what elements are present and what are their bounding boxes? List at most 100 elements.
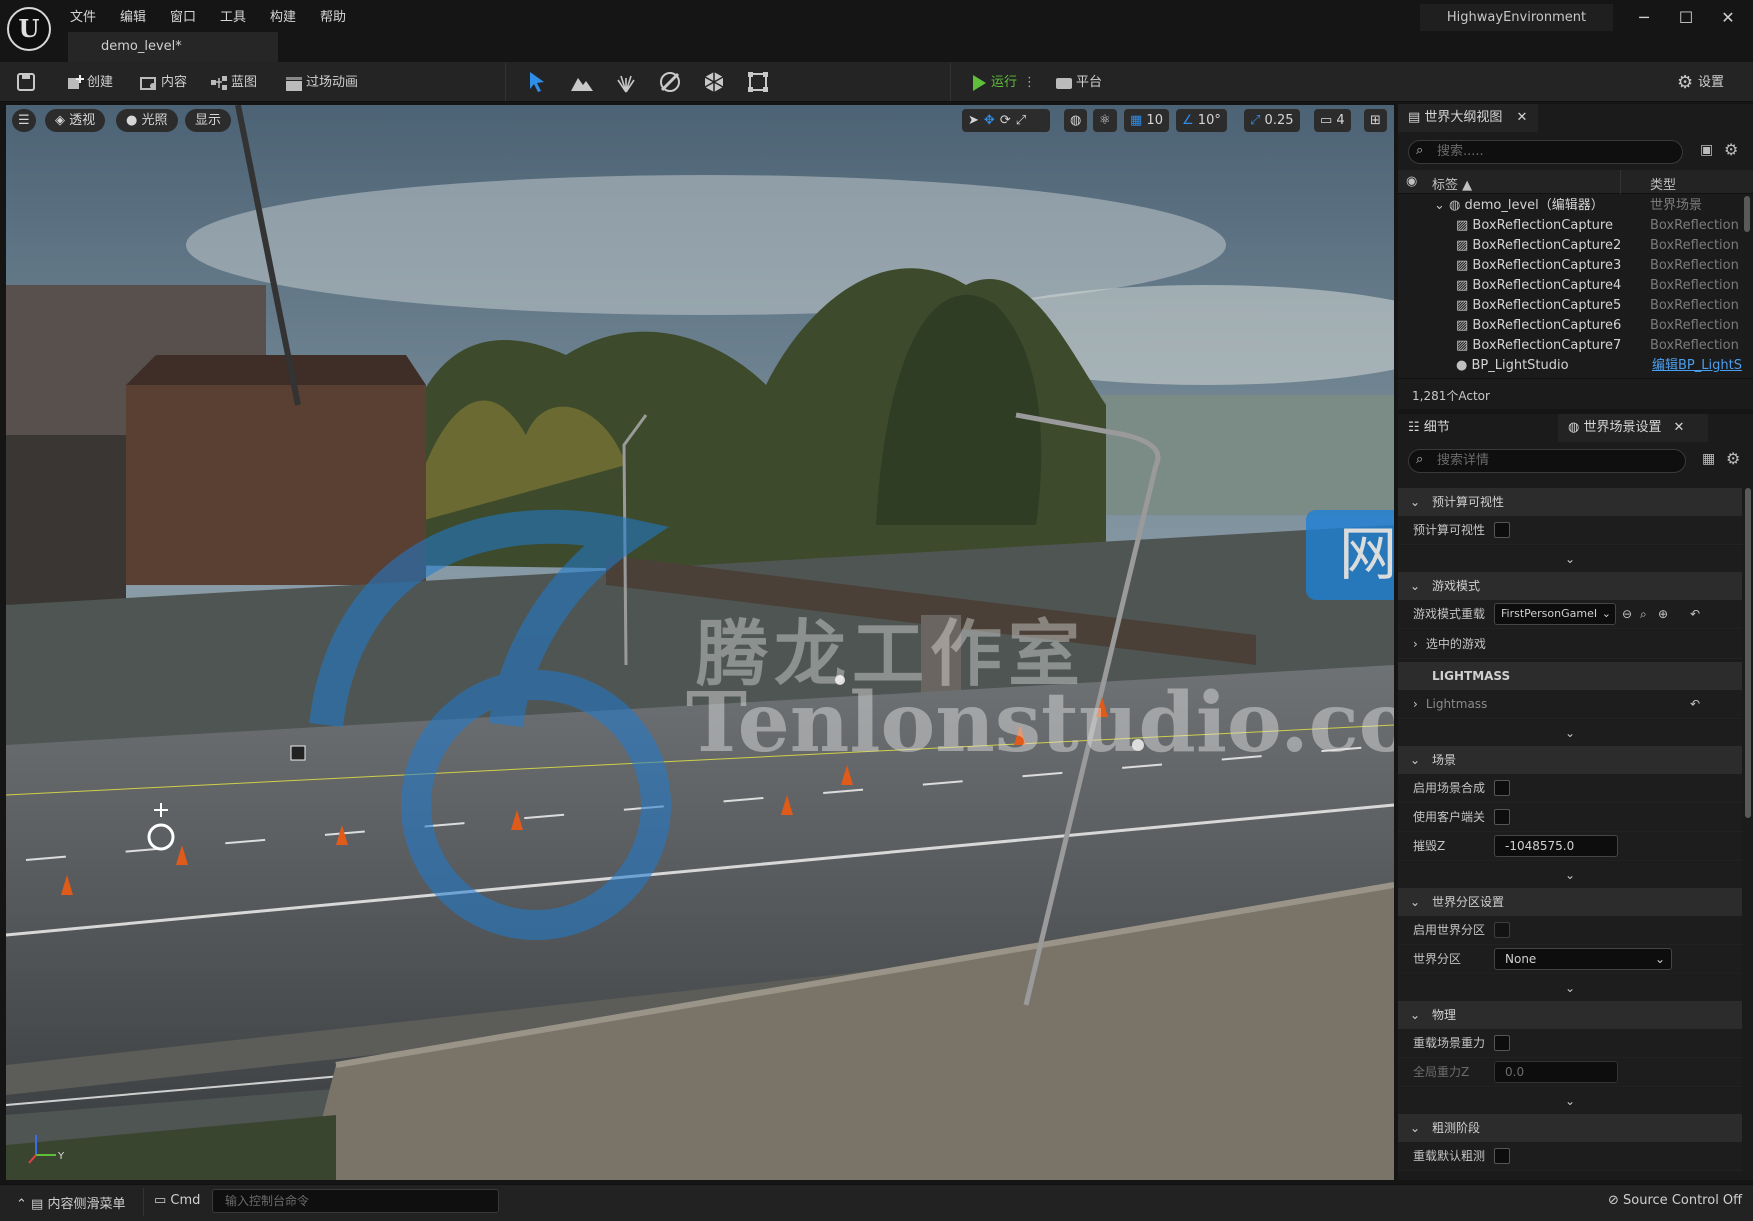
section-world-partition[interactable]: ⌄ 世界分区设置 [1398,888,1742,916]
visibility-eye-icon[interactable]: ◉ [1406,174,1417,189]
save-icon[interactable] [16,73,36,91]
viewport-menu-button[interactable]: ☰ [12,109,36,132]
rotate-icon[interactable]: ⟳ [1000,113,1016,128]
outliner-search-input[interactable]: 搜索..... [1408,140,1683,164]
play-button[interactable]: 运行 ⋮ [970,72,1036,94]
outliner-tab[interactable]: ▤ 世界大纲视图 ✕ [1398,104,1538,132]
outliner-scrollbar[interactable] [1744,196,1750,232]
world-partition-dropdown[interactable]: None ⌄ [1494,948,1672,970]
translate-icon[interactable]: ✥ [984,113,1000,128]
unreal-logo-icon[interactable]: U [7,7,51,51]
client-nav-checkbox[interactable] [1494,809,1510,825]
global-gravity-input[interactable]: 0.0 [1494,1061,1618,1083]
browse-back-icon[interactable]: ⊖ [1622,600,1632,629]
add-icon[interactable]: ⊕ [1658,600,1668,629]
advanced-expand-button[interactable]: ⌄ [1398,546,1742,572]
gamemode-dropdown[interactable]: FirstPersonGameI ⌄ [1494,603,1616,625]
section-precomputed-visibility[interactable]: ⌄ 预计算可视性 [1398,488,1742,516]
section-game-mode[interactable]: ⌄ 游戏模式 [1398,572,1742,600]
content-drawer-button[interactable]: ⌃ ▤ 内容侧滑菜单 [16,1193,125,1212]
advanced-expand-button[interactable]: ⌄ [1398,720,1742,746]
details-scrollbar[interactable] [1745,488,1751,818]
type-column-header[interactable]: 类型 [1650,174,1676,193]
cmd-button[interactable]: ▭ Cmd [154,1193,200,1208]
advanced-expand-button[interactable]: ⌄ [1398,862,1742,888]
world-settings-close-icon[interactable]: ✕ [1674,420,1685,435]
override-gravity-checkbox[interactable] [1494,1035,1510,1051]
select-mode-icon[interactable] [525,70,549,94]
advanced-expand-button[interactable]: ⌄ [1398,1088,1742,1114]
landscape-mode-icon[interactable] [570,70,594,94]
outliner-close-icon[interactable]: ✕ [1516,110,1527,125]
world-local-button[interactable]: ◍ [1064,109,1088,132]
list-item[interactable]: ▨ BoxReflectionCapture BoxReflection [1398,216,1743,236]
menu-help[interactable]: 帮助 [320,6,346,25]
outliner-settings-icon[interactable]: ⚙ [1724,140,1738,159]
cinematics-button[interactable]: 过场动画 [285,72,358,94]
property-row[interactable]: › 选中的游戏 [1398,630,1742,659]
details-tab[interactable]: ☷ 细节 [1398,414,1558,442]
list-item[interactable]: ▨ BoxReflectionCapture2 BoxReflection [1398,236,1743,256]
perspective-button[interactable]: ◈ 透视 [45,109,106,132]
content-button[interactable]: 内容 [140,72,187,94]
settings-button[interactable]: ⚙ 设置 [1677,72,1724,94]
override-broadphase-checkbox[interactable] [1494,1148,1510,1164]
precomputed-visibility-checkbox[interactable] [1494,522,1510,538]
tree-expand-icon[interactable]: ⌄ [1434,198,1449,213]
modeling-mode-icon[interactable] [746,70,770,94]
platform-button[interactable]: 平台 [1055,72,1102,94]
world-settings-tab[interactable]: ◍ 世界场景设置 ✕ [1558,414,1708,442]
menu-tools[interactable]: 工具 [220,6,246,25]
reset-icon[interactable]: ↶ [1690,600,1700,629]
list-item[interactable]: ⌄ ◍ demo_level（编辑器） 世界场景 [1398,196,1743,216]
menu-window[interactable]: 窗口 [170,6,196,25]
level-tab[interactable]: demo_level* [68,32,278,62]
create-button[interactable]: 创建 [66,72,113,94]
lighting-button[interactable]: ● 光照 [116,109,178,132]
list-item[interactable]: ▨ BoxReflectionCapture3 BoxReflection [1398,256,1743,276]
section-lightmass[interactable]: LIGHTMASS [1398,662,1742,690]
list-item[interactable]: ▨ BoxReflectionCapture7 BoxReflection [1398,336,1743,356]
details-settings-icon[interactable]: ⚙ [1726,449,1740,468]
section-broadphase[interactable]: ⌄ 粗测阶段 [1398,1114,1742,1142]
reset-icon[interactable]: ↶ [1690,690,1700,719]
minimize-icon[interactable]: ─ [1632,8,1656,30]
add-folder-icon[interactable]: ▣ [1700,142,1713,158]
show-button[interactable]: 显示 [185,109,232,132]
close-icon[interactable]: ✕ [1716,8,1740,30]
mesh-paint-mode-icon[interactable] [658,70,682,94]
transform-tools[interactable]: ➤✥⟳⤢ [962,109,1050,132]
advanced-expand-button[interactable]: ⌄ [1398,975,1742,1001]
rotate-snap-button[interactable]: ∠ 10° [1176,109,1227,132]
source-control-button[interactable]: ⊘ Source Control Off [1608,1193,1742,1208]
property-row[interactable]: › Lightmass ↶ [1398,690,1742,719]
table-view-icon[interactable]: ▦ [1702,451,1715,467]
label-column-header[interactable]: 标签 ▲ [1432,174,1472,193]
foliage-mode-icon[interactable] [614,70,638,94]
section-scene[interactable]: ⌄ 场景 [1398,746,1742,774]
menu-build[interactable]: 构建 [270,6,296,25]
viewport-layout-button[interactable]: ⊞ [1364,109,1387,132]
world-composition-checkbox[interactable] [1494,780,1510,796]
details-search-input[interactable]: 搜索详情 [1408,449,1686,473]
list-item[interactable]: ▨ BoxReflectionCapture4 BoxReflection [1398,276,1743,296]
maximize-icon[interactable]: ☐ [1674,8,1698,30]
list-item[interactable]: ● BP_LightStudio 编辑BP_LightS [1398,356,1743,376]
grid-snap-button[interactable]: ▦ 10 [1124,109,1169,132]
edit-blueprint-link[interactable]: 编辑BP_LightS [1652,356,1742,376]
select-arrow-icon[interactable]: ➤ [968,113,984,128]
list-item[interactable]: ▨ BoxReflectionCapture5 BoxReflection [1398,296,1743,316]
section-physics[interactable]: ⌄ 物理 [1398,1001,1742,1029]
surface-snap-button[interactable]: ⚛ [1093,109,1117,132]
play-options-icon[interactable]: ⋮ [1023,75,1036,90]
enable-partition-checkbox[interactable] [1494,922,1510,938]
blueprint-button[interactable]: 蓝图 [210,72,257,94]
list-item[interactable]: ▨ BoxReflectionCapture6 BoxReflection [1398,316,1743,336]
killz-input[interactable]: -1048575.0 [1494,835,1618,857]
level-viewport[interactable]: 腾龙工作室 网站 Tenlonstudio.com Y [6,105,1394,1180]
camera-speed-button[interactable]: ▭ 4 [1314,109,1351,132]
scale-icon[interactable]: ⤢ [1016,113,1031,128]
fracture-mode-icon[interactable] [702,70,726,94]
console-command-input[interactable]: 输入控制台命令 [212,1189,499,1213]
menu-edit[interactable]: 编辑 [120,6,146,25]
